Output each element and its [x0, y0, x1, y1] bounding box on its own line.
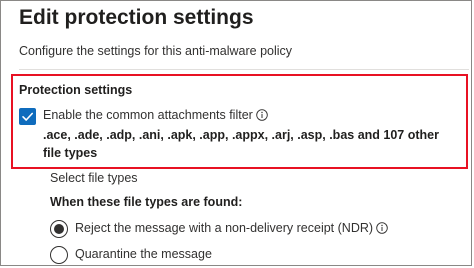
common-attachments-label: Enable the common attachments filter — [43, 108, 268, 124]
reject-ndr-radio[interactable] — [50, 220, 68, 238]
quarantine-label: Quarantine the message — [75, 247, 212, 261]
quarantine-radio[interactable] — [50, 246, 68, 264]
checkmark-icon — [22, 112, 33, 121]
when-found-label: When these file types are found: — [50, 195, 243, 209]
reject-ndr-label-text: Reject the message with a non-delivery r… — [75, 221, 374, 235]
file-types-list: .ace, .ade, .adp, .ani, .apk, .app, .app… — [43, 128, 439, 160]
select-file-types-link[interactable]: Select file types — [50, 171, 138, 185]
common-attachments-checkbox[interactable] — [19, 108, 36, 125]
info-icon[interactable] — [376, 222, 388, 237]
page-description: Configure the settings for this anti-mal… — [19, 44, 293, 58]
info-icon[interactable] — [256, 109, 268, 124]
section-heading: Protection settings — [19, 83, 133, 97]
reject-ndr-label: Reject the message with a non-delivery r… — [75, 221, 388, 237]
page-title: Edit protection settings — [19, 6, 254, 29]
common-attachments-label-text: Enable the common attachments filter — [43, 108, 253, 122]
divider — [19, 69, 469, 70]
